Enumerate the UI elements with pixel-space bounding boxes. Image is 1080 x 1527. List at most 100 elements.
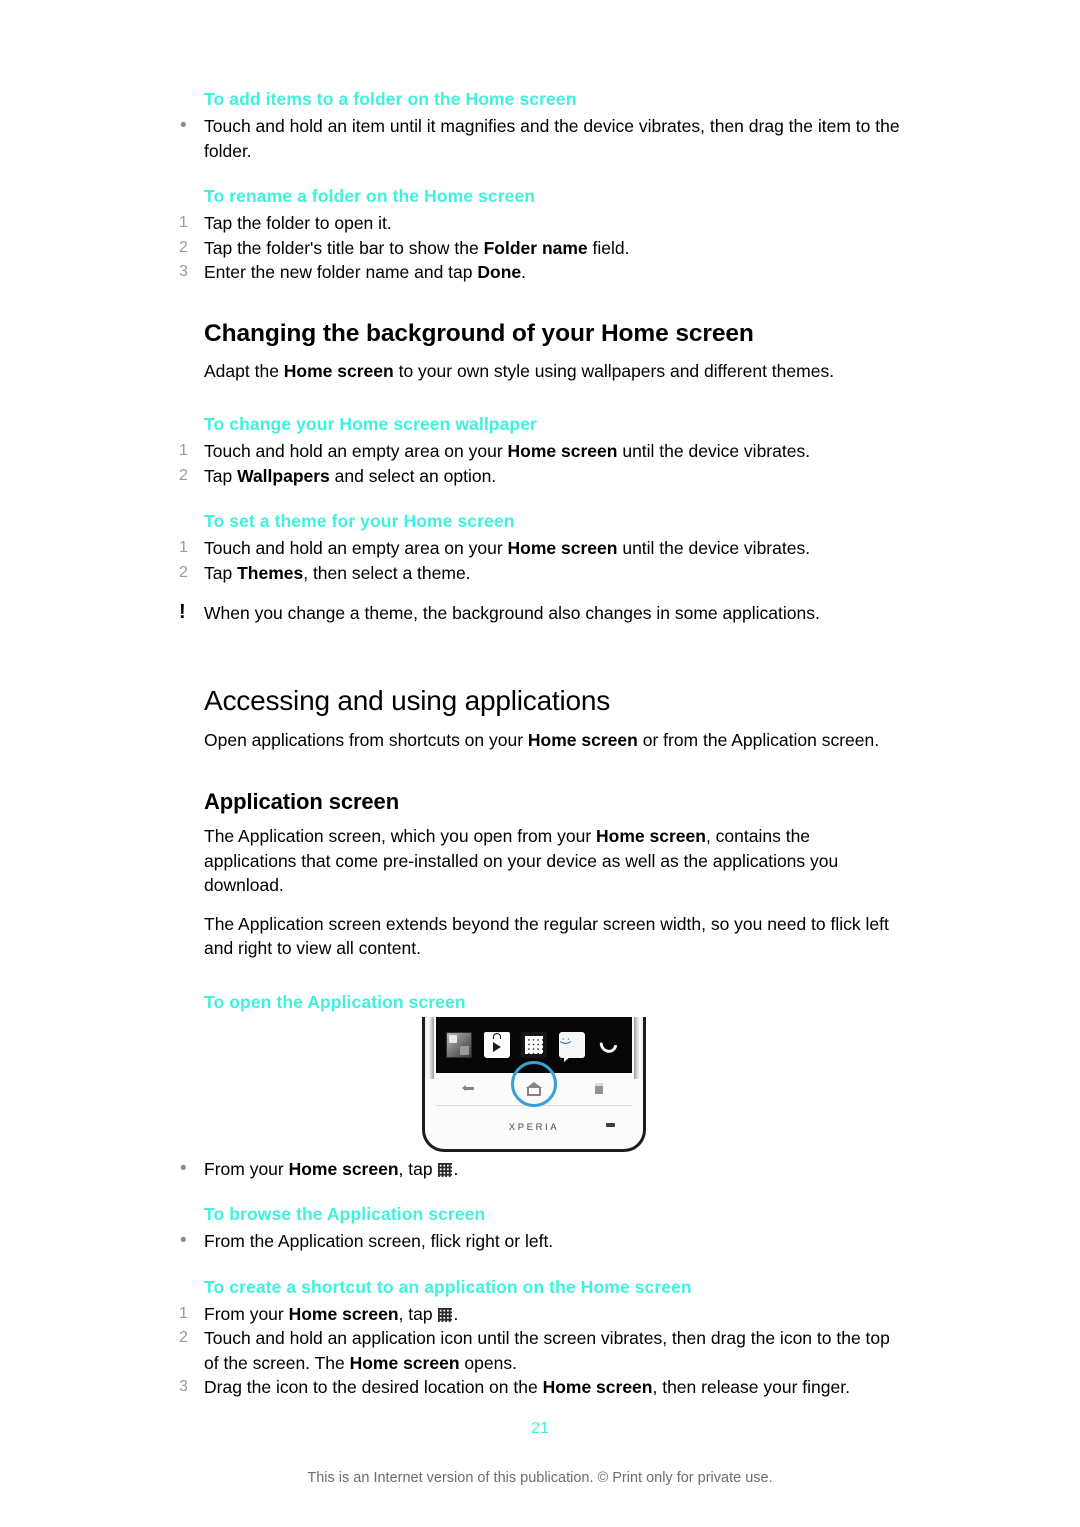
step-marker: 3: [179, 1378, 188, 1395]
list-item-text: Drag the icon to the desired location on…: [204, 1375, 906, 1400]
list-item: 1 Touch and hold an empty area on your H…: [176, 439, 906, 464]
text-emphasis: Home screen: [288, 1158, 399, 1179]
highlight-ring-app-drawer: [511, 1061, 557, 1107]
text-part: opens.: [459, 1352, 517, 1373]
step-marker: 2: [179, 1329, 188, 1346]
text-part: Open applications from shortcuts on your: [204, 729, 528, 750]
heading-accessing-applications: Accessing and using applications: [204, 684, 611, 716]
phone-call-icon: [596, 1032, 622, 1058]
text-emphasis: Home screen: [596, 826, 706, 846]
text-part: .: [453, 1158, 459, 1179]
phone-side-bezel-right: [634, 1016, 643, 1079]
xperia-brand-label: XPERIA: [508, 1121, 560, 1133]
text-part: , tap: [398, 1303, 438, 1324]
paragraph-application-screen-1: The Application screen, which you open f…: [204, 824, 906, 898]
app-drawer-grid-icon: [438, 1307, 453, 1322]
bullet-marker: •: [180, 1157, 187, 1179]
list-item-text: Touch and hold an empty area on your Hom…: [204, 536, 906, 561]
step-marker: 1: [179, 1304, 188, 1322]
messaging-icon: [558, 1031, 585, 1062]
text-part: or from the Application screen.: [637, 729, 880, 750]
text-emphasis: Done: [477, 262, 522, 282]
phone-side-bezel-left: [425, 1016, 434, 1079]
list-open-application-screen: • From your Home screen, tap .: [176, 1157, 906, 1182]
app-drawer-icon[interactable]: [521, 1031, 547, 1058]
back-icon[interactable]: [461, 1081, 477, 1097]
text-emphasis: Home screen: [288, 1303, 399, 1324]
paragraph-changing-background-intro: Adapt the Home screen to your own style …: [204, 359, 906, 384]
list-item: • From your Home screen, tap .: [176, 1157, 906, 1182]
list-item-text: Tap the folder to open it.: [204, 213, 392, 233]
text-part: and select an option.: [329, 465, 497, 486]
phone-illustration: XPERIA: [422, 1016, 646, 1152]
paragraph-accessing-intro: Open applications from shortcuts on your…: [204, 728, 906, 753]
list-item: • Touch and hold an item until it magnif…: [176, 114, 906, 163]
heading-browse-application-screen: To browse the Application screen: [204, 1204, 486, 1224]
note-text: When you change a theme, the background …: [204, 603, 820, 623]
note-callout: ! When you change a theme, the backgroun…: [176, 601, 906, 626]
text-part: .: [521, 262, 526, 282]
heading-application-screen: Application screen: [204, 789, 400, 814]
text-part: .: [453, 1303, 459, 1324]
step-marker: 1: [179, 442, 188, 459]
list-item-text: Tap the folder's title bar to show the F…: [204, 236, 906, 261]
text-part: From your: [204, 1303, 289, 1324]
heading-changing-background: Changing the background of your Home scr…: [204, 319, 754, 347]
heading-create-shortcut: To create a shortcut to an application o…: [204, 1276, 692, 1297]
bullet-marker: •: [180, 1230, 187, 1251]
text-emphasis: Themes: [237, 562, 304, 583]
paragraph-application-screen-2: The Application screen extends beyond th…: [204, 913, 889, 959]
step-marker: 1: [179, 539, 188, 556]
list-add-items: • Touch and hold an item until it magnif…: [176, 114, 906, 163]
list-create-shortcut: 1 From your Home screen, tap . 2 Touch a…: [176, 1302, 906, 1400]
text-emphasis: Home screen: [542, 1377, 653, 1397]
figure-xperia-phone: XPERIA: [204, 1016, 934, 1157]
list-item-text: Touch and hold an application icon until…: [204, 1326, 906, 1375]
list-item: 2 Tap Themes, then select a theme.: [176, 561, 906, 586]
heading-add-items-to-folder: To add items to a folder on the Home scr…: [204, 89, 577, 109]
footer-copyright-note: This is an Internet version of this publ…: [307, 1470, 773, 1486]
text-part: until the device vibrates.: [617, 538, 811, 558]
text-part: , then select a theme.: [303, 562, 471, 583]
step-marker: 3: [179, 263, 188, 280]
text-part: The Application screen, which you open f…: [204, 826, 597, 846]
list-change-wallpaper: 1 Touch and hold an empty area on your H…: [176, 439, 906, 488]
text-part: Tap: [204, 562, 238, 583]
list-item-text: From your Home screen, tap .: [204, 1302, 906, 1327]
list-item: 3 Drag the icon to the desired location …: [176, 1375, 906, 1400]
text-emphasis: Wallpapers: [237, 465, 330, 486]
list-item: 2 Tap the folder's title bar to show the…: [176, 236, 906, 261]
text-part: Drag the icon to the desired location on…: [204, 1377, 543, 1397]
list-item: • From the Application screen, flick rig…: [176, 1229, 906, 1254]
page-number: 21: [531, 1420, 549, 1437]
list-item-text: Tap Wallpapers and select an option.: [204, 464, 906, 489]
text-part: , then release your finger.: [652, 1377, 850, 1397]
list-item: 1 From your Home screen, tap .: [176, 1302, 906, 1327]
gallery-widget-icon: [446, 1031, 472, 1058]
text-emphasis: Folder name: [483, 237, 588, 258]
recent-apps-icon[interactable]: [591, 1081, 607, 1097]
list-item-text: From the Application screen, flick right…: [204, 1231, 554, 1251]
list-item-text: Enter the new folder name and tap Done.: [204, 260, 906, 285]
text-part: to your own style using wallpapers and d…: [393, 360, 835, 381]
list-rename-folder: 1 Tap the folder to open it. 2 Tap the f…: [176, 211, 906, 285]
play-store-icon: [483, 1031, 510, 1058]
text-emphasis: Home screen: [527, 729, 638, 750]
text-part: Touch and hold an application icon until…: [204, 1328, 890, 1373]
text-part: field.: [587, 237, 630, 258]
step-marker: 2: [179, 563, 188, 581]
list-item: 3 Enter the new folder name and tap Done…: [176, 260, 906, 285]
heading-rename-folder: To rename a folder on the Home screen: [204, 186, 536, 206]
bullet-marker: •: [180, 115, 187, 136]
list-item-text: Tap Themes, then select a theme.: [204, 561, 906, 586]
text-part: From your: [204, 1158, 289, 1179]
text-part: Touch and hold an item until it magnifie…: [204, 116, 818, 136]
page-content: To add items to a folder on the Home scr…: [176, 88, 906, 1400]
